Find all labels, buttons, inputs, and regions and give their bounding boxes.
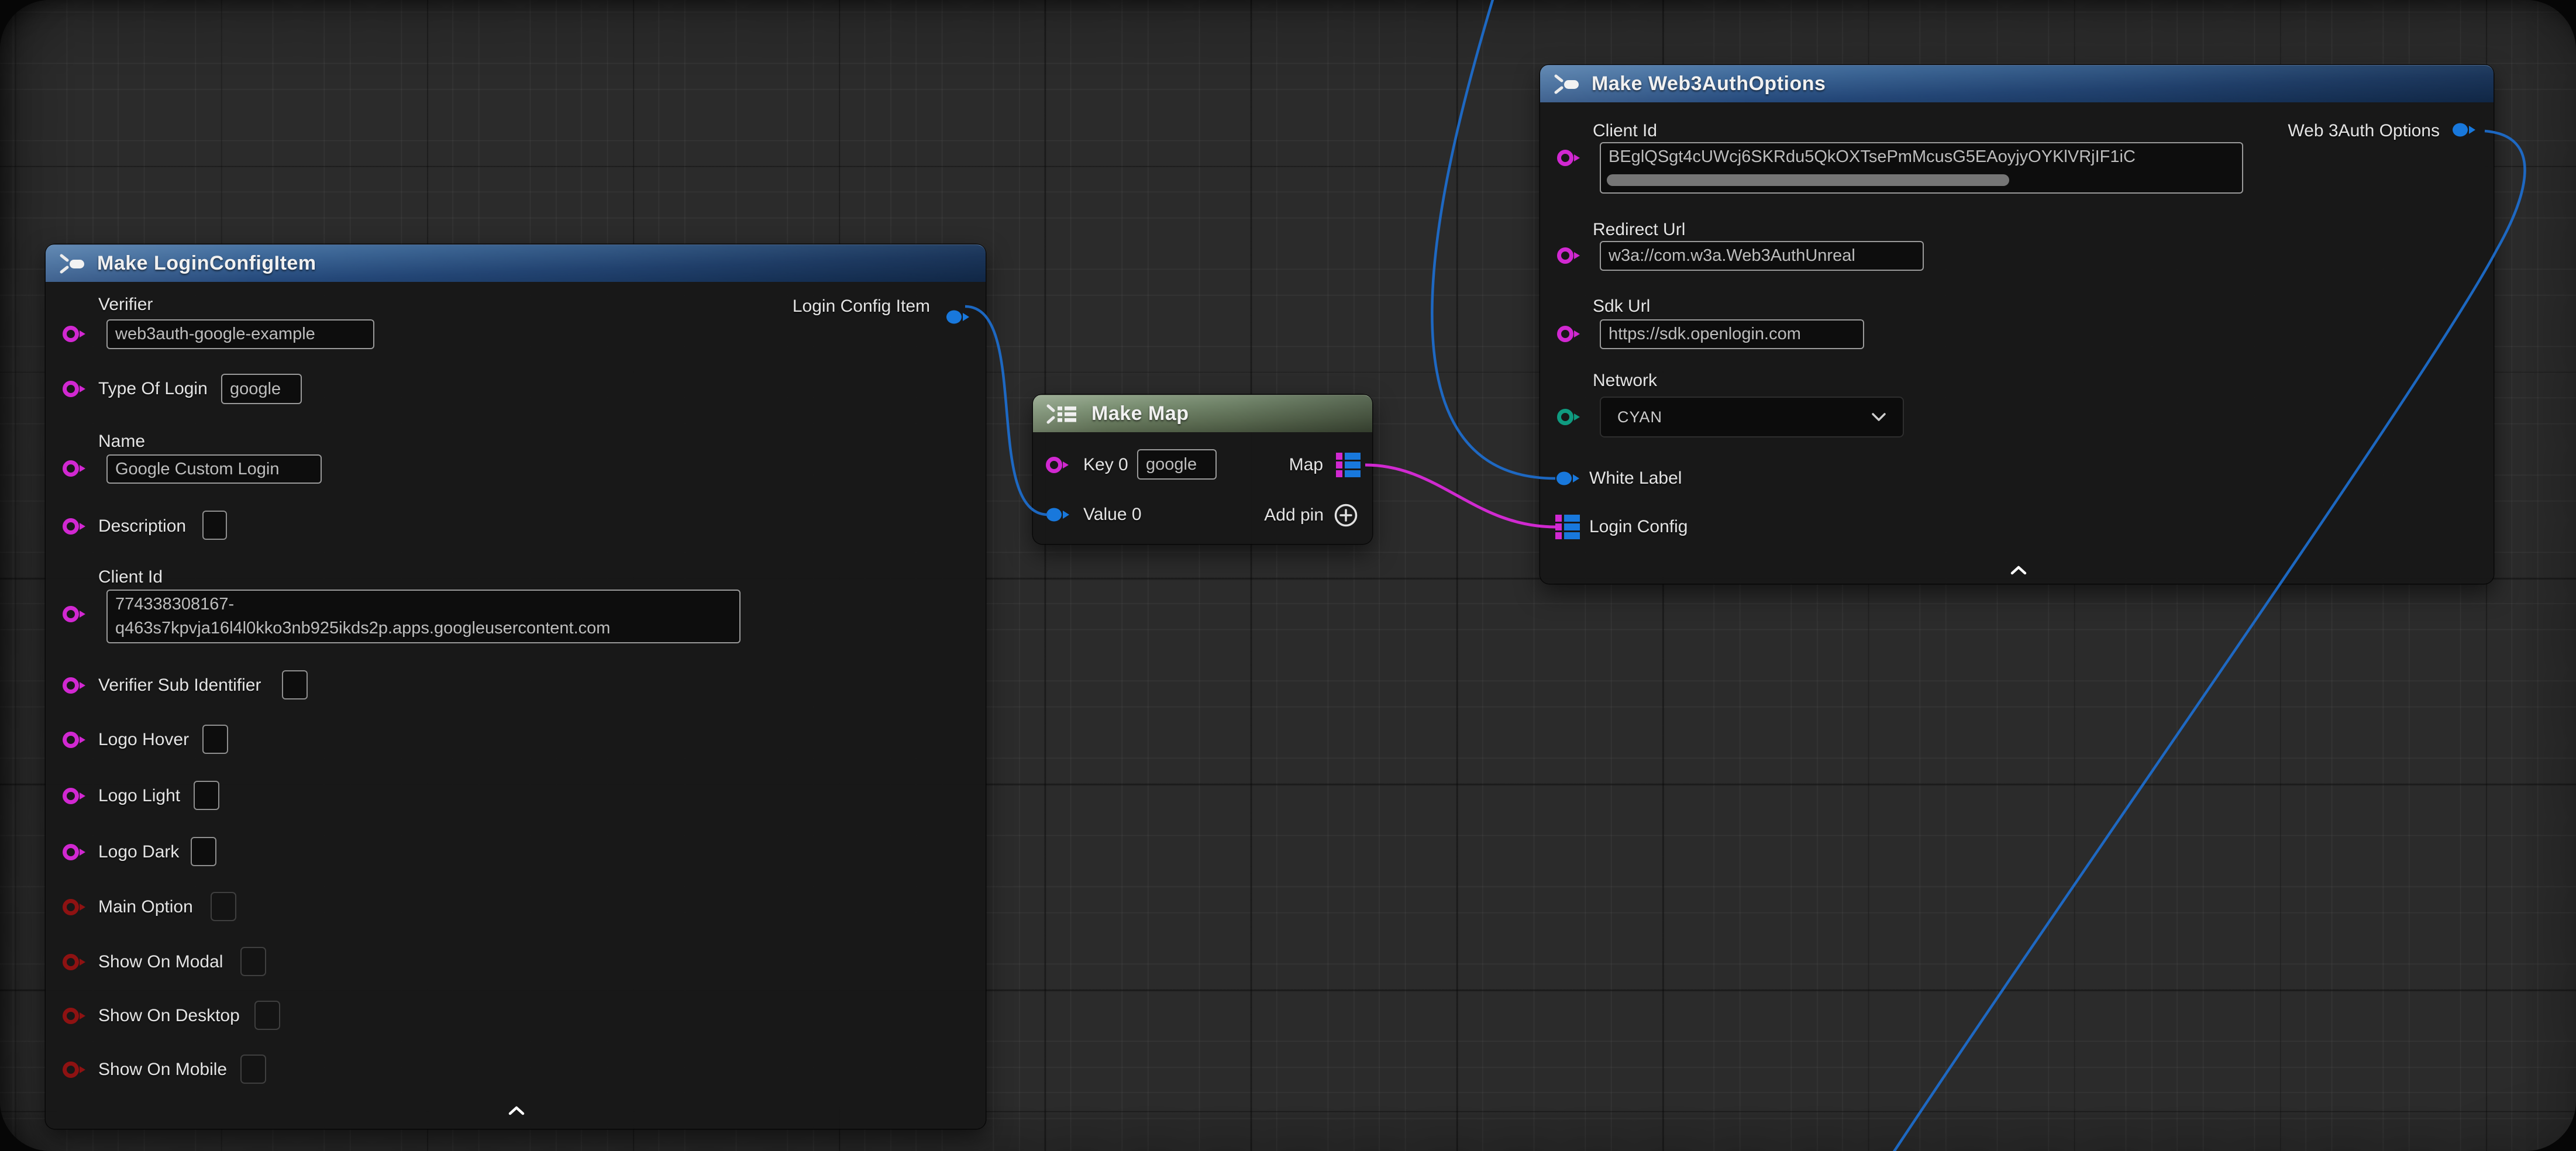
sdk-url-field[interactable]: https://sdk.openlogin.com <box>1600 319 1864 349</box>
input-pin-show-on-mobile[interactable] <box>61 1059 88 1080</box>
node-title: Make Web3AuthOptions <box>1592 73 1826 95</box>
make-map-icon <box>1046 403 1080 425</box>
input-pin-client-id[interactable] <box>61 604 88 625</box>
pin-label-verifier-sub-identifier: Verifier Sub Identifier <box>98 676 261 695</box>
node-title: Make Map <box>1091 402 1189 425</box>
pin-label-value-0: Value 0 <box>1083 505 1142 525</box>
pin-label-sdk-url: Sdk Url <box>1593 297 1650 316</box>
pin-label-logo-light: Logo Light <box>98 786 180 806</box>
circled-plus-icon <box>1333 502 1359 528</box>
collapse-chevron-up-icon[interactable] <box>508 1105 525 1116</box>
input-pin-name[interactable] <box>61 458 88 479</box>
input-pin-network[interactable] <box>1556 406 1583 428</box>
logo-dark-field[interactable] <box>191 837 216 866</box>
show-on-mobile-checkbox[interactable] <box>240 1054 266 1084</box>
input-pin-verifier-sub-identifier[interactable] <box>61 675 88 696</box>
pin-label-white-label: White Label <box>1589 468 1682 488</box>
show-on-modal-checkbox[interactable] <box>240 947 266 976</box>
description-field[interactable] <box>202 511 227 540</box>
blueprint-graph-canvas[interactable]: Make LoginConfigItem Login Config Item V… <box>0 0 2576 1151</box>
collapse-chevron-up-icon[interactable] <box>2010 565 2027 576</box>
chevron-down-icon <box>1871 412 1886 422</box>
input-pin-redirect-url[interactable] <box>1556 245 1583 266</box>
pin-label-network: Network <box>1593 371 1657 391</box>
client-id-line2: q463s7kpvja16l4l0kko3nb925ikds2p.apps.go… <box>115 616 732 640</box>
make-struct-icon <box>58 253 85 275</box>
pin-label-description: Description <box>98 516 186 536</box>
add-pin-button[interactable]: Add pin <box>1264 502 1359 528</box>
key-0-field[interactable]: google <box>1137 449 1217 480</box>
logo-hover-field[interactable] <box>202 725 228 754</box>
client-id-field[interactable]: BEglQSgt4cUWcj6SKRdu5QkOXTsePmMcusG5EAoy… <box>1600 142 2243 194</box>
wire-offscreen-to-white-label[interactable] <box>1432 0 1555 478</box>
network-dropdown[interactable]: CYAN <box>1600 397 1904 437</box>
input-pin-show-on-desktop[interactable] <box>61 1005 88 1026</box>
name-field[interactable]: Google Custom Login <box>106 454 322 484</box>
pin-label-show-on-mobile: Show On Mobile <box>98 1060 227 1080</box>
pin-label-show-on-modal: Show On Modal <box>98 952 223 972</box>
output-pin-web3auth-options[interactable] <box>2451 119 2478 140</box>
node-make-web3authoptions[interactable]: Make Web3AuthOptions Web 3Auth Options C… <box>1540 65 2494 584</box>
input-pin-main-option[interactable] <box>61 897 88 918</box>
pin-label-client-id: Client Id <box>98 567 163 587</box>
pin-label-logo-hover: Logo Hover <box>98 730 189 750</box>
verifier-sub-identifier-field[interactable] <box>282 670 308 699</box>
pin-label-main-option: Main Option <box>98 897 193 917</box>
node-header-make-web3authoptions[interactable]: Make Web3AuthOptions <box>1540 65 2494 102</box>
client-id-value: BEglQSgt4cUWcj6SKRdu5QkOXTsePmMcusG5EAoy… <box>1609 145 2234 169</box>
input-pin-white-label[interactable] <box>1555 468 1582 489</box>
input-pin-logo-dark[interactable] <box>61 842 88 863</box>
input-pin-login-config[interactable] <box>1555 515 1582 539</box>
output-pin-login-config-item[interactable] <box>945 306 972 328</box>
input-pin-sdk-url[interactable] <box>1556 323 1583 344</box>
pin-label-show-on-desktop: Show On Desktop <box>98 1006 240 1026</box>
input-pin-show-on-modal[interactable] <box>61 952 88 973</box>
output-pin-label: Web 3Auth Options <box>2288 121 2440 141</box>
pin-label-verifier: Verifier <box>98 295 153 315</box>
node-header-make-loginconfigitem[interactable]: Make LoginConfigItem <box>46 244 986 282</box>
pin-label-client-id: Client Id <box>1593 121 1657 141</box>
add-pin-label: Add pin <box>1264 505 1324 525</box>
show-on-desktop-checkbox[interactable] <box>254 1001 280 1030</box>
output-pin-map[interactable] <box>1336 453 1363 477</box>
input-pin-verifier[interactable] <box>61 323 88 344</box>
input-pin-client-id[interactable] <box>1556 147 1583 168</box>
pin-label-key-0: Key 0 <box>1083 455 1128 475</box>
verifier-field[interactable]: web3auth-google-example <box>106 319 374 349</box>
wire-map-to-login-config[interactable] <box>1365 465 1556 527</box>
input-pin-logo-hover[interactable] <box>61 729 88 750</box>
client-id-field[interactable]: 774338308167- q463s7kpvja16l4l0kko3nb925… <box>106 590 741 643</box>
input-pin-description[interactable] <box>61 516 88 537</box>
output-pin-label-map: Map <box>1289 455 1323 475</box>
pin-label-type-of-login: Type Of Login <box>98 379 208 399</box>
pin-label-login-config: Login Config <box>1589 517 1688 537</box>
make-struct-icon <box>1553 73 1580 95</box>
client-id-line1: 774338308167- <box>115 592 732 616</box>
logo-light-field[interactable] <box>194 781 219 810</box>
client-id-scrollbar[interactable] <box>1607 174 2009 186</box>
pin-label-name: Name <box>98 432 145 452</box>
output-pin-label: Login Config Item <box>793 297 930 316</box>
pin-label-logo-dark: Logo Dark <box>98 842 179 862</box>
node-title: Make LoginConfigItem <box>97 252 316 275</box>
input-pin-type-of-login[interactable] <box>61 378 88 399</box>
network-selected-value: CYAN <box>1617 408 1662 426</box>
input-pin-key-0[interactable] <box>1045 454 1072 475</box>
redirect-url-field[interactable]: w3a://com.w3a.Web3AuthUnreal <box>1600 241 1924 271</box>
type-of-login-field[interactable]: google <box>221 374 302 404</box>
input-pin-logo-light[interactable] <box>61 785 88 807</box>
node-header-make-map[interactable]: Make Map <box>1033 395 1372 432</box>
input-pin-value-0[interactable] <box>1045 504 1072 525</box>
node-make-loginconfigitem[interactable]: Make LoginConfigItem Login Config Item V… <box>46 244 986 1129</box>
pin-label-redirect-url: Redirect Url <box>1593 220 1685 240</box>
main-option-checkbox[interactable] <box>211 892 236 921</box>
node-make-map[interactable]: Make Map Key 0 google Map Value 0 Add pi… <box>1033 395 1372 544</box>
